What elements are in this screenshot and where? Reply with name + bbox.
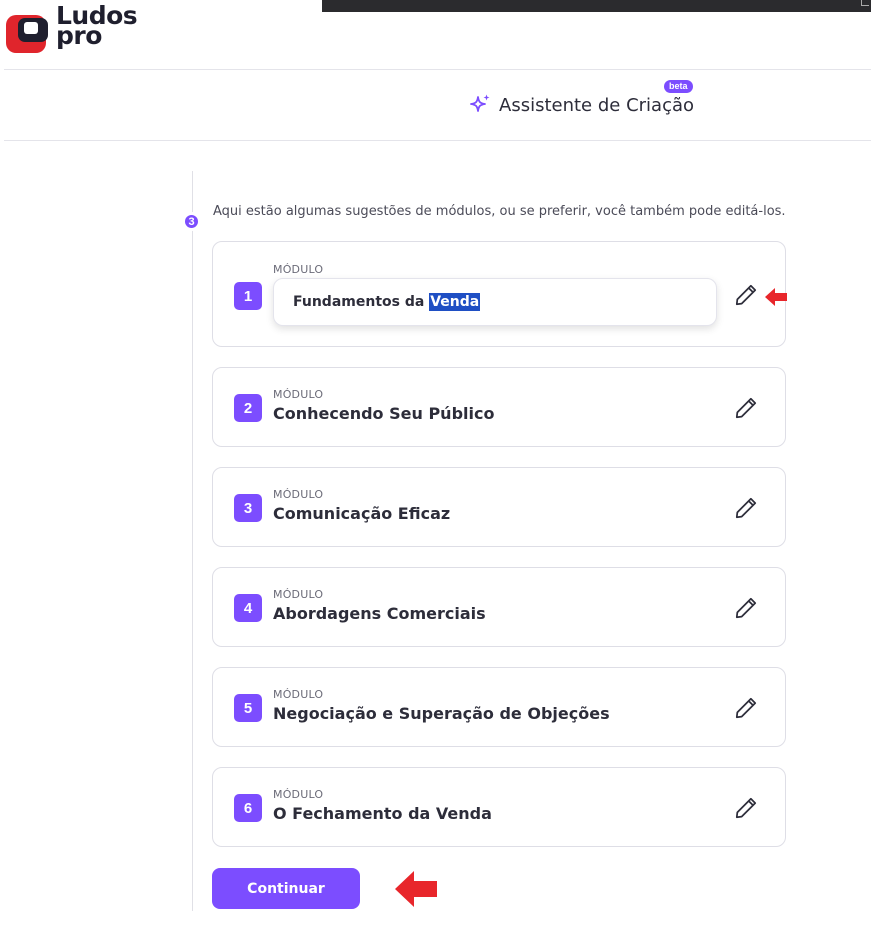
window-corner	[861, 0, 869, 6]
module-number: 6	[234, 794, 262, 822]
continue-button[interactable]: Continuar	[212, 868, 360, 909]
assistant-header: Assistente de Criação beta	[468, 80, 695, 120]
pencil-icon[interactable]	[733, 495, 759, 521]
module-title: Conhecendo Seu Público	[273, 404, 495, 423]
assistant-title: Assistente de Criação	[499, 94, 695, 116]
module-number: 2	[234, 394, 262, 422]
module-number: 4	[234, 594, 262, 622]
module-label: MÓDULO	[273, 688, 324, 701]
module-card-3: 3 MÓDULO Comunicação Eficaz	[212, 467, 786, 547]
module-title-selection: Venda	[429, 293, 481, 311]
module-title-input[interactable]: Fundamentos da Venda	[273, 278, 717, 326]
step-number-badge: 3	[182, 212, 201, 231]
ludos-logo-mark	[6, 15, 48, 53]
annotation-arrow	[395, 871, 437, 907]
module-card-1: 1 MÓDULO Fundamentos da Venda	[212, 241, 786, 347]
module-label: MÓDULO	[273, 788, 324, 801]
pencil-icon[interactable]	[733, 595, 759, 621]
module-label: MÓDULO	[273, 488, 324, 501]
module-title: O Fechamento da Venda	[273, 804, 492, 823]
timeline-line	[192, 171, 193, 911]
module-label: MÓDULO	[273, 263, 324, 276]
module-title: Abordagens Comerciais	[273, 604, 486, 623]
sparkle-icon	[470, 94, 490, 112]
divider	[4, 140, 871, 141]
step-instruction: Aqui estão algumas sugestões de módulos,…	[213, 204, 786, 219]
pencil-icon[interactable]	[733, 695, 759, 721]
module-label: MÓDULO	[273, 588, 324, 601]
module-number: 3	[234, 494, 262, 522]
module-title: Negociação e Superação de Objeções	[273, 704, 610, 723]
logo-wordmark: Ludos pro	[56, 3, 138, 48]
module-title: Comunicação Eficaz	[273, 504, 451, 523]
module-card-4: 4 MÓDULO Abordagens Comerciais	[212, 567, 786, 647]
window-top-bar	[322, 0, 871, 12]
pencil-icon[interactable]	[733, 795, 759, 821]
module-number: 5	[234, 694, 262, 722]
pencil-icon[interactable]	[733, 395, 759, 421]
module-label: MÓDULO	[273, 388, 324, 401]
module-number: 1	[234, 282, 262, 310]
beta-badge: beta	[664, 80, 693, 93]
module-card-5: 5 MÓDULO Negociação e Superação de Objeç…	[212, 667, 786, 747]
pencil-icon[interactable]	[733, 282, 759, 308]
ludos-pro-logo[interactable]: Ludos pro	[4, 3, 144, 56]
module-title-text: Fundamentos da	[293, 294, 430, 310]
divider	[4, 69, 871, 70]
module-card-2: 2 MÓDULO Conhecendo Seu Público	[212, 367, 786, 447]
annotation-arrow	[765, 288, 787, 306]
module-card-6: 6 MÓDULO O Fechamento da Venda	[212, 767, 786, 847]
